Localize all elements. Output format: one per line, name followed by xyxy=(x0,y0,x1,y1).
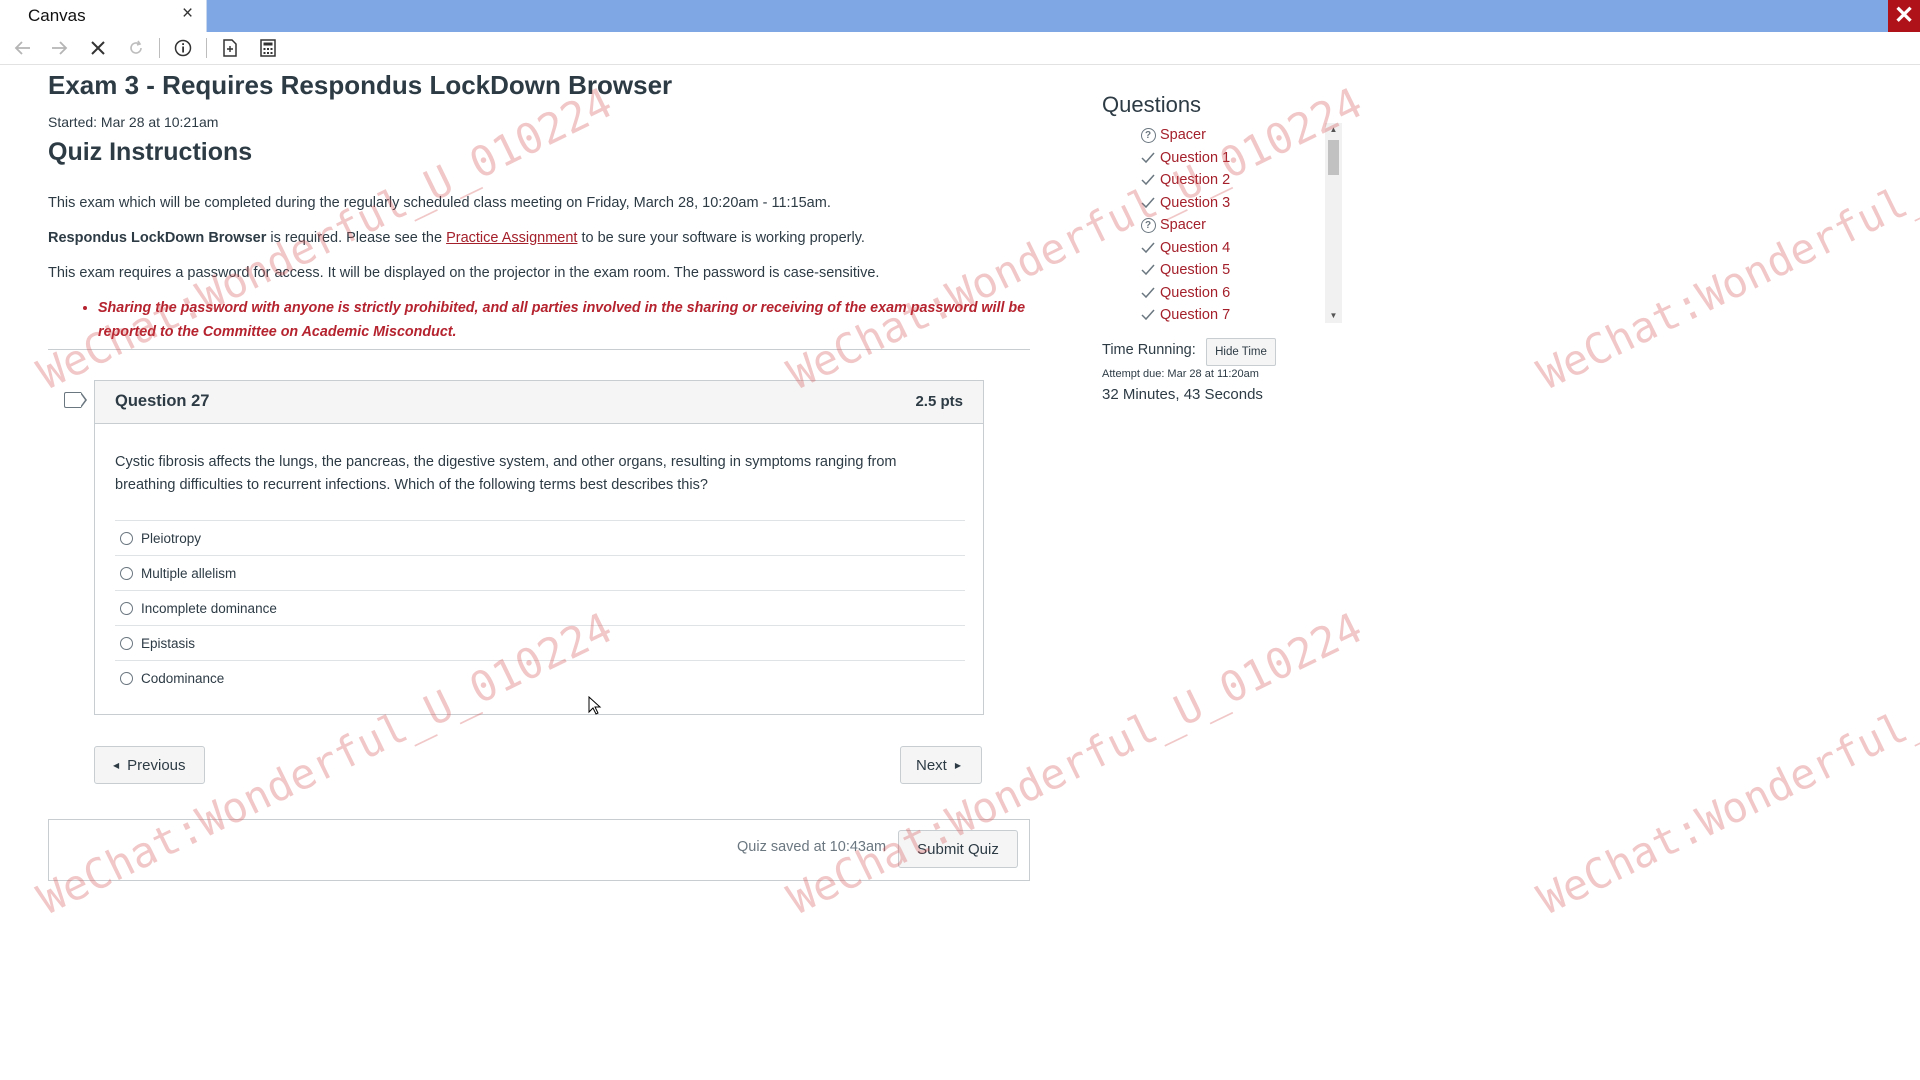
checkmark-icon xyxy=(1140,285,1156,301)
lockdown-browser-text: Respondus LockDown Browser xyxy=(48,230,267,246)
question-link[interactable]: Question 2 xyxy=(1160,172,1230,188)
instructions-paragraph-lockdown: Respondus LockDown Browser is required. … xyxy=(48,230,865,246)
time-running-label: Time Running: xyxy=(1102,342,1196,358)
radio-button[interactable] xyxy=(120,601,133,615)
started-timestamp: Started: Mar 28 at 10:21am xyxy=(48,114,219,130)
question-list-item[interactable]: ? Spacer xyxy=(1140,214,1340,237)
question-mark-icon: ? xyxy=(1140,217,1156,233)
question-list-item[interactable]: Question 4 xyxy=(1140,237,1340,260)
answer-label: Incomplete dominance xyxy=(141,600,277,616)
question-mark-icon: ? xyxy=(1140,127,1156,143)
submit-quiz-button[interactable]: Submit Quiz xyxy=(898,830,1018,868)
answer-option[interactable]: Multiple allelism xyxy=(115,555,965,590)
checkmark-icon xyxy=(1140,195,1156,211)
scroll-down-arrow-icon[interactable]: ▼ xyxy=(1325,309,1342,323)
question-link[interactable]: Question 4 xyxy=(1160,240,1230,256)
checkmark-icon xyxy=(1140,150,1156,166)
checkmark-icon xyxy=(1140,240,1156,256)
checkmark-icon xyxy=(1140,172,1156,188)
checkmark-icon xyxy=(1140,262,1156,278)
caret-left-icon: ◀ xyxy=(113,760,120,770)
forward-arrow-icon[interactable] xyxy=(46,35,72,61)
toolbar-separator xyxy=(206,38,207,58)
question-link[interactable]: Question 5 xyxy=(1160,262,1230,278)
practice-assignment-link[interactable]: Practice Assignment xyxy=(446,230,577,246)
question-list-item[interactable]: Question 5 xyxy=(1140,259,1340,282)
question-text: Cystic fibrosis affects the lungs, the p… xyxy=(115,454,897,493)
password-warning: Sharing the password with anyone is stri… xyxy=(98,296,1058,344)
question-points: 2.5 pts xyxy=(915,393,963,410)
question-link[interactable]: Question 7 xyxy=(1160,307,1230,323)
question-list-scrollbar[interactable]: ▲ ▼ xyxy=(1325,123,1342,323)
previous-label: Previous xyxy=(127,756,186,774)
answer-option[interactable]: Pleiotropy xyxy=(115,520,965,555)
questions-heading: Questions xyxy=(1102,92,1202,117)
question-link[interactable]: Question 1 xyxy=(1160,150,1230,166)
divider xyxy=(48,349,1030,350)
question-link[interactable]: Spacer xyxy=(1160,127,1206,143)
window-close-button[interactable]: ✕ xyxy=(1888,0,1920,32)
instructions-text: to be sure your software is working prop… xyxy=(577,230,865,246)
question-header: Question 27 2.5 pts xyxy=(95,381,983,424)
question-link[interactable]: Spacer xyxy=(1160,217,1206,233)
scroll-up-arrow-icon[interactable]: ▲ xyxy=(1325,123,1342,137)
answer-option[interactable]: Codominance xyxy=(115,660,965,695)
next-button[interactable]: Next ▶ xyxy=(900,746,982,784)
question-card: Question 27 2.5 pts Cystic fibrosis affe… xyxy=(94,380,984,715)
instructions-paragraph-schedule: This exam which will be completed during… xyxy=(48,195,831,211)
title-bar: Canvas × ✕ xyxy=(0,0,1920,32)
question-link[interactable]: Question 3 xyxy=(1160,195,1230,211)
stop-icon[interactable] xyxy=(85,35,111,61)
question-list-item[interactable]: Question 2 xyxy=(1140,169,1340,192)
time-remaining-value: 32 Minutes, 43 Seconds xyxy=(1102,386,1263,403)
question-list-item[interactable]: Question 7 xyxy=(1140,304,1340,327)
question-link[interactable]: Question 6 xyxy=(1160,285,1230,301)
toolbar-separator xyxy=(159,38,160,58)
question-list-item[interactable]: Question 6 xyxy=(1140,282,1340,305)
radio-button[interactable] xyxy=(120,636,133,650)
document-icon[interactable] xyxy=(217,35,243,61)
answer-option[interactable]: Epistasis xyxy=(115,625,965,660)
checkmark-icon xyxy=(1140,307,1156,323)
page-title: Exam 3 - Requires Respondus LockDown Bro… xyxy=(48,70,673,100)
answer-label: Epistasis xyxy=(141,635,196,651)
tab-title: Canvas xyxy=(28,6,86,25)
answer-label: Multiple allelism xyxy=(141,565,237,581)
back-arrow-icon[interactable] xyxy=(10,35,36,61)
radio-button[interactable] xyxy=(120,566,133,580)
flag-question-icon[interactable] xyxy=(64,391,87,408)
browser-tab[interactable]: Canvas × xyxy=(0,0,207,32)
question-title: Question 27 xyxy=(115,392,210,410)
quiz-saved-status: Quiz saved at 10:43am xyxy=(737,839,887,855)
next-label: Next xyxy=(916,756,947,774)
browser-toolbar xyxy=(0,32,1920,65)
watermark: WeChat:Wonderful_U_010224 xyxy=(1530,602,1920,925)
attempt-due-text: Attempt due: Mar 28 at 11:20am xyxy=(1102,368,1259,380)
answer-option[interactable]: Incomplete dominance xyxy=(115,590,965,625)
info-icon[interactable] xyxy=(170,35,196,61)
instructions-heading: Quiz Instructions xyxy=(48,138,253,166)
question-list-item[interactable]: Question 1 xyxy=(1140,147,1340,170)
caret-right-icon: ▶ xyxy=(954,760,961,770)
hide-time-button[interactable]: Hide Time xyxy=(1206,338,1276,366)
watermark: WeChat:Wonderful_U_010224 xyxy=(1530,77,1920,400)
scrollbar-thumb[interactable] xyxy=(1328,140,1339,175)
previous-button[interactable]: ◀ Previous xyxy=(94,746,205,784)
radio-button[interactable] xyxy=(120,531,133,545)
radio-button[interactable] xyxy=(120,671,133,685)
question-list-item[interactable]: Question 3 xyxy=(1140,192,1340,215)
reload-icon[interactable] xyxy=(123,35,149,61)
question-list: ? Spacer Question 1 Question 2 Question … xyxy=(1140,124,1340,327)
instructions-text: is required. Please see the xyxy=(266,230,447,246)
answer-list: Pleiotropy Multiple allelism Incomplete … xyxy=(115,520,965,695)
answer-label: Codominance xyxy=(141,670,225,686)
question-list-item[interactable]: ? Spacer xyxy=(1140,124,1340,147)
tab-close-icon[interactable]: × xyxy=(182,3,193,25)
mouse-cursor-icon xyxy=(588,696,602,715)
warning-list: Sharing the password with anyone is stri… xyxy=(70,296,1058,344)
instructions-paragraph-password: This exam requires a password for access… xyxy=(48,265,880,281)
answer-label: Pleiotropy xyxy=(141,530,202,546)
calculator-icon[interactable] xyxy=(255,35,281,61)
